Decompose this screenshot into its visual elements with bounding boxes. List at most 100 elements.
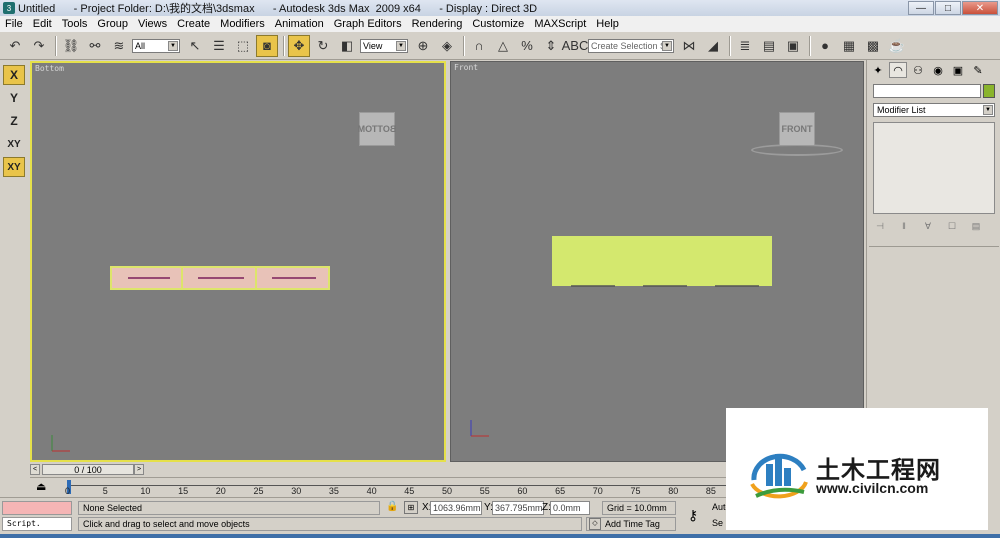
box-group-front[interactable] (552, 236, 772, 286)
modifier-list-dropdown[interactable]: Modifier List ▼ (873, 103, 995, 117)
quick-render-icon[interactable]: ☕ (886, 35, 908, 57)
z-coord-input[interactable]: 0.0mm (550, 501, 590, 515)
track-tick-label: 40 (366, 486, 377, 496)
pivot-center-icon[interactable]: ⊕ (412, 35, 434, 57)
menu-help[interactable]: Help (591, 18, 624, 30)
utilities-tab-icon[interactable]: ✎ (969, 62, 987, 78)
next-frame-button[interactable]: > (134, 464, 144, 475)
material-editor-icon[interactable]: ● (814, 35, 836, 57)
restrict-xy-button[interactable]: XY (3, 134, 25, 154)
menu-group[interactable]: Group (92, 18, 133, 30)
viewcube[interactable]: FRONT (779, 112, 815, 146)
menu-customize[interactable]: Customize (467, 18, 529, 30)
mirror-icon[interactable]: ⋈ (678, 35, 700, 57)
menu-graph-editors[interactable]: Graph Editors (329, 18, 407, 30)
show-end-result-icon[interactable]: ‖ (897, 219, 911, 233)
x-coord-input[interactable]: 1063.96mm (430, 501, 482, 515)
link-icon[interactable]: ⛓ (60, 35, 82, 57)
menu-file[interactable]: File (0, 18, 28, 30)
object-name-input[interactable] (873, 84, 981, 98)
motion-tab-icon[interactable]: ◉ (929, 62, 947, 78)
redo-icon[interactable]: ↷ (28, 35, 50, 57)
spinner-snap-icon[interactable]: ⇕ (540, 35, 562, 57)
menu-create[interactable]: Create (172, 18, 215, 30)
layer-manager-icon[interactable]: ≣ (734, 35, 756, 57)
maximize-button[interactable]: □ (935, 1, 961, 15)
hierarchy-tab-icon[interactable]: ⚇ (909, 62, 927, 78)
viewport-label[interactable]: Front (454, 63, 478, 72)
track-tick-label: 70 (592, 486, 603, 496)
menu-views[interactable]: Views (133, 18, 172, 30)
select-scale-icon[interactable]: ◧ (336, 35, 358, 57)
front-view-objects (552, 236, 772, 287)
chevron-down-icon: ▼ (396, 40, 406, 51)
select-move-icon[interactable]: ✥ (288, 34, 310, 57)
percent-snap-icon[interactable]: % (516, 35, 538, 57)
select-rotate-icon[interactable]: ↻ (312, 35, 334, 57)
stack-tools: ⊣ ‖ ∀ ☐ ▤ (873, 218, 995, 234)
named-selection-dropdown[interactable]: Create Selection Se ▼ (588, 38, 674, 53)
restrict-x-button[interactable]: X (3, 65, 25, 85)
reference-coordinate-dropdown[interactable]: View ▼ (360, 38, 408, 53)
minimize-button[interactable]: — (908, 1, 934, 15)
time-slider[interactable]: < 0 / 100 > (30, 463, 446, 476)
y-coord-input[interactable]: 367.795mm (492, 501, 544, 515)
close-button[interactable]: ✕ (962, 1, 998, 15)
object-color-swatch[interactable] (983, 84, 995, 98)
create-tab-icon[interactable]: ✦ (869, 62, 887, 78)
remove-modifier-icon[interactable]: ☐ (945, 219, 959, 233)
pin-stack-icon[interactable]: ⊣ (873, 219, 887, 233)
lock-selection-icon[interactable]: 🔒 (386, 501, 398, 512)
maxscript-listener-mini[interactable] (2, 501, 72, 515)
configure-sets-icon[interactable]: ▤ (969, 219, 983, 233)
selection-filter-dropdown[interactable]: All ▼ (132, 38, 180, 53)
menu-tools[interactable]: Tools (57, 18, 93, 30)
selection-region-icon[interactable]: ⬚ (232, 35, 254, 57)
axis-tripod-icon (51, 435, 70, 452)
edit-named-selection-icon[interactable]: ABC (562, 35, 589, 57)
viewport-label[interactable]: Bottom (35, 64, 64, 73)
undo-icon[interactable]: ↶ (4, 35, 26, 57)
maxscript-input[interactable]: Script. (2, 517, 72, 531)
manipulate-icon[interactable]: ◈ (436, 35, 458, 57)
time-slider-thumb[interactable]: 0 / 100 (42, 464, 134, 475)
absolute-mode-icon[interactable]: ⊞ (404, 501, 418, 514)
window-crossing-icon[interactable]: ◙ (256, 34, 278, 57)
menu-edit[interactable]: Edit (28, 18, 57, 30)
restrict-plane-cycle-button[interactable]: XY (3, 157, 25, 177)
set-key-label[interactable]: Se (712, 518, 723, 528)
select-by-name-icon[interactable]: ☰ (208, 35, 230, 57)
select-object-icon[interactable]: ↖ (184, 35, 206, 57)
add-time-tag-button[interactable]: ◇ Add Time Tag (586, 517, 676, 531)
time-slider-track[interactable] (144, 464, 444, 475)
bottom-viewport[interactable]: Bottom BOTTOM (30, 61, 446, 462)
restrict-y-button[interactable]: Y (3, 88, 25, 108)
track-line (68, 485, 726, 486)
track-tick-label: 20 (215, 486, 226, 496)
prev-frame-button[interactable]: < (30, 464, 40, 475)
menu-modifiers[interactable]: Modifiers (215, 18, 270, 30)
render-frame-icon[interactable]: ▩ (862, 35, 884, 57)
track-bar[interactable]: ⏏ 0 5 10 15 20 25 30 35 40 45 50 55 60 65 70 75 80 85 (30, 477, 726, 497)
schematic-view-icon[interactable]: ▣ (782, 35, 804, 57)
make-unique-icon[interactable]: ∀ (921, 219, 935, 233)
modify-tab-icon[interactable]: ◠ (889, 62, 907, 78)
modifier-stack[interactable] (873, 122, 995, 214)
curve-editor-mini-icon[interactable]: ⏏ (36, 480, 46, 493)
render-setup-icon[interactable]: ▦ (838, 35, 860, 57)
set-key-icon[interactable]: ⚷ (680, 503, 706, 527)
menu-maxscript[interactable]: MAXScript (529, 18, 591, 30)
angle-snap-icon[interactable]: △ (492, 35, 514, 57)
track-tick-label: 35 (328, 486, 339, 496)
snap-toggle-icon[interactable]: ∩ (468, 35, 490, 57)
align-icon[interactable]: ◢ (702, 35, 724, 57)
viewcube[interactable]: BOTTOM (358, 112, 396, 146)
curve-editor-icon[interactable]: ▤ (758, 35, 780, 57)
menu-rendering[interactable]: Rendering (407, 18, 468, 30)
unlink-icon[interactable]: ⚯ (84, 35, 106, 57)
menu-animation[interactable]: Animation (270, 18, 329, 30)
front-viewport[interactable]: Front FRONT (450, 61, 864, 462)
display-tab-icon[interactable]: ▣ (949, 62, 967, 78)
restrict-z-button[interactable]: Z (3, 111, 25, 131)
bind-spacewarp-icon[interactable]: ≋ (108, 35, 130, 57)
